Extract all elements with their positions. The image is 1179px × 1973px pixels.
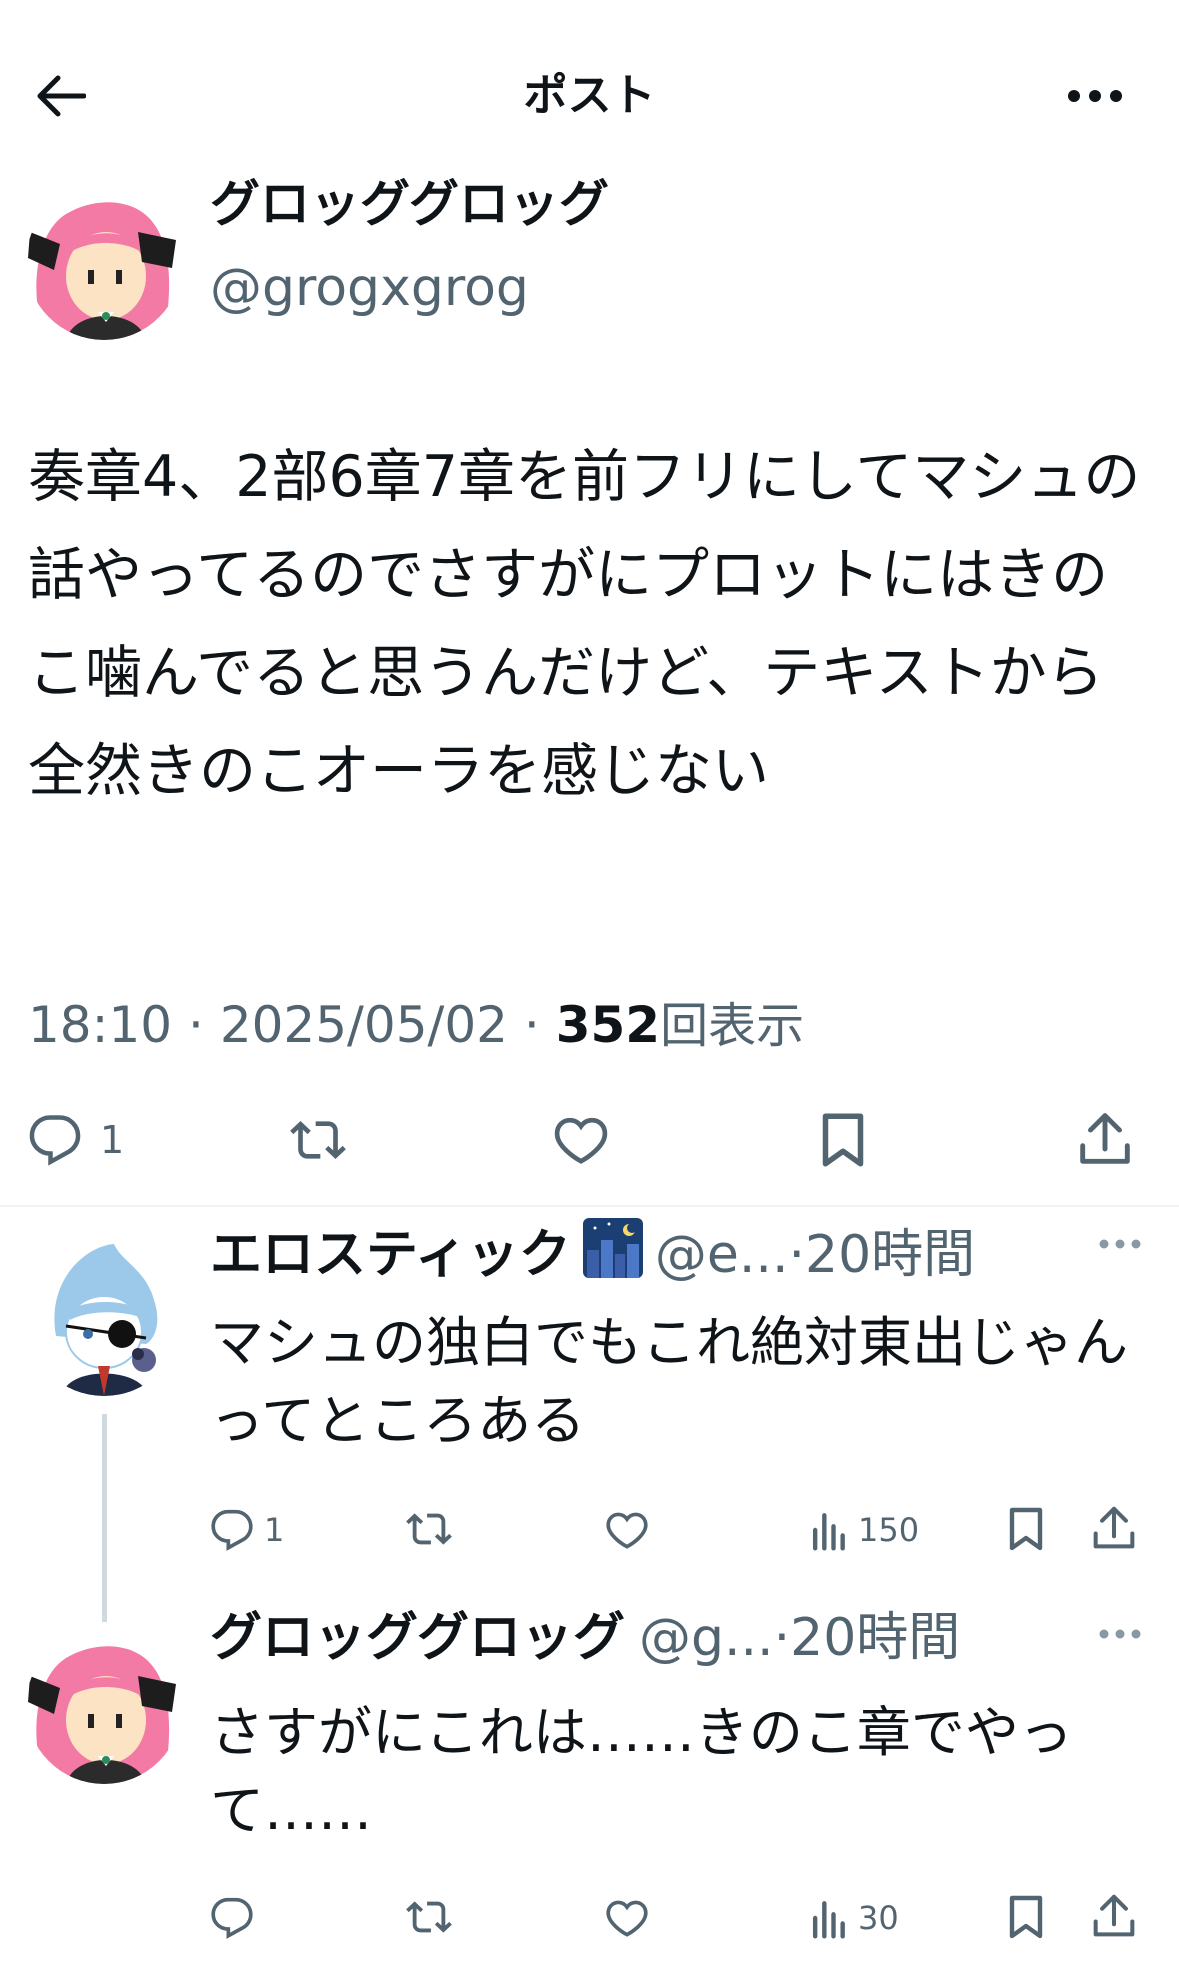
views-icon xyxy=(812,1901,845,1939)
more-icon xyxy=(1068,90,1122,102)
reply-author-handle[interactable]: @e... xyxy=(655,1225,789,1285)
like-icon xyxy=(554,1117,608,1164)
reply-avatar[interactable] xyxy=(26,1628,182,1784)
author-avatar[interactable] xyxy=(26,184,182,340)
divider xyxy=(0,1205,1179,1207)
reply-time[interactable]: ·20時間 xyxy=(774,1608,961,1668)
bookmark-button[interactable] xyxy=(818,1110,868,1170)
reply-more-button[interactable] xyxy=(1098,1628,1148,1648)
reply-button[interactable]: 1 xyxy=(28,1112,124,1168)
views-button[interactable]: 30 xyxy=(808,1896,899,1940)
reply-icon xyxy=(211,1897,253,1939)
more-options-button[interactable] xyxy=(1050,66,1140,126)
reply-author-handle[interactable]: @g... xyxy=(639,1608,774,1668)
author-handle[interactable]: @grogxgrog xyxy=(210,256,529,320)
bookmark-button[interactable] xyxy=(1006,1892,1046,1942)
bookmark-button[interactable] xyxy=(1006,1504,1046,1554)
reply-avatar[interactable] xyxy=(26,1240,182,1396)
share-button[interactable] xyxy=(1092,1502,1136,1554)
reply-header: エロスティック @e...·20時間 xyxy=(210,1216,975,1287)
views-label: 回表示 xyxy=(660,998,805,1054)
bookmark-icon xyxy=(822,1113,864,1167)
repost-button[interactable] xyxy=(404,1506,454,1552)
reply-author-name[interactable]: エロスティック xyxy=(210,1225,571,1285)
repost-icon xyxy=(406,1513,452,1545)
reply-text: さすがにこれは……きのこ章でやって…… xyxy=(210,1701,1073,1842)
reply-icon xyxy=(29,1115,81,1166)
repost-button[interactable] xyxy=(288,1112,348,1168)
meta-separator: · xyxy=(188,996,204,1054)
reply-count: 1 xyxy=(264,1511,285,1549)
reply-icon xyxy=(211,1509,253,1551)
page-title: ポスト xyxy=(523,70,656,121)
share-button[interactable] xyxy=(1078,1108,1132,1170)
post-date[interactable]: 2025/05/02 xyxy=(220,996,508,1054)
share-icon xyxy=(1093,1894,1135,1937)
like-button[interactable] xyxy=(604,1896,650,1940)
reply-count: 1 xyxy=(100,1118,125,1162)
like-icon xyxy=(606,1900,648,1937)
city-night-emoji xyxy=(581,1216,645,1280)
more-icon xyxy=(1099,1239,1141,1249)
bookmark-icon xyxy=(1009,1895,1043,1939)
author-name[interactable]: グロッググロッグ xyxy=(210,172,609,236)
bookmark-icon xyxy=(1009,1507,1043,1551)
post-text: 奏章4、2部6章7章を前フリにしてマシュの話やってるのでさすがにプロットにはきの… xyxy=(28,444,1141,804)
reply-author-name[interactable]: グロッググロッグ xyxy=(210,1608,625,1668)
reply-button[interactable] xyxy=(210,1896,254,1940)
repost-icon xyxy=(406,1901,452,1933)
more-icon xyxy=(1099,1629,1141,1639)
views-count[interactable]: 352 xyxy=(556,996,660,1054)
reply-text: マシュの独白でもこれ絶対東出じゃんってところある xyxy=(210,1311,1128,1452)
reply-more-button[interactable] xyxy=(1098,1238,1148,1258)
like-icon xyxy=(606,1512,648,1549)
reply-button[interactable]: 1 xyxy=(210,1508,284,1552)
share-icon xyxy=(1080,1113,1130,1164)
views-icon xyxy=(812,1513,845,1551)
meta-separator: · xyxy=(523,996,540,1054)
share-button[interactable] xyxy=(1092,1890,1136,1942)
views-button[interactable]: 150 xyxy=(808,1508,919,1552)
repost-button[interactable] xyxy=(404,1894,454,1940)
post-time[interactable]: 18:10 xyxy=(28,996,172,1054)
reply-header: グロッググロッグ @g...·20時間 xyxy=(210,1606,960,1670)
views-count: 30 xyxy=(858,1899,899,1937)
repost-icon xyxy=(290,1121,346,1159)
post-meta: 18:10 · 2025/05/02 · 352回表示 xyxy=(28,990,804,1061)
reply-time[interactable]: ·20時間 xyxy=(788,1225,975,1285)
share-icon xyxy=(1093,1506,1135,1549)
thread-line xyxy=(102,1414,107,1622)
views-count: 150 xyxy=(858,1511,920,1549)
like-button[interactable] xyxy=(552,1112,610,1168)
like-button[interactable] xyxy=(604,1508,650,1552)
